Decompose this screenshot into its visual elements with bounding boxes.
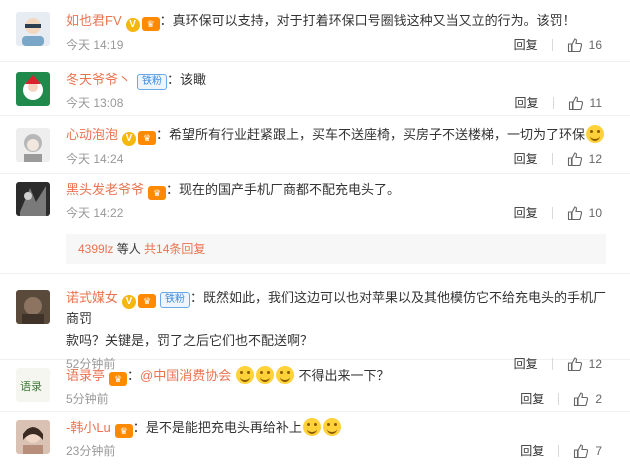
like-count: 10 <box>588 206 602 220</box>
avatar[interactable] <box>16 72 50 106</box>
comment-item: 如也君FV V ♛ ：真环保可以支持，对于打着环保口号圈钱这种又当又立的行为。该罚！ … <box>0 0 630 62</box>
comment-text: 现在的国产手机厂商都不配充电头了。 <box>179 182 401 197</box>
thumbs-up-icon <box>568 96 583 111</box>
thumbs-up-icon <box>567 152 582 167</box>
vip-icon: ♛ <box>138 294 157 308</box>
smile-emoji-icon <box>302 418 321 436</box>
username[interactable]: 诺式媒女 <box>66 290 118 305</box>
sub-reply-user[interactable]: 4399lz <box>78 242 113 256</box>
reply-button[interactable]: 回复 <box>514 200 538 226</box>
avatar-image <box>16 290 50 324</box>
timestamp: 今天 14:22 <box>66 206 124 220</box>
verified-icon: V <box>122 132 137 146</box>
username[interactable]: 冬天爷爷丶 <box>66 72 131 87</box>
avatar[interactable] <box>16 182 50 216</box>
like-button[interactable]: 2 <box>573 386 602 412</box>
comment-text: 希望所有行业赶紧跟上，买车不送座椅，买房子不送楼梯，一切为了环保 <box>169 127 586 142</box>
smile-emoji-icon <box>586 125 605 143</box>
timestamp: 今天 13:08 <box>66 96 124 110</box>
like-button[interactable]: 12 <box>567 146 602 172</box>
reply-button[interactable]: 回复 <box>514 146 538 172</box>
smile-emoji-icon <box>275 366 294 384</box>
comment-item: 心动泡泡 V ♛ ：希望所有行业赶紧跟上，买车不送座椅，买房子不送楼梯，一切为了环保 … <box>0 116 630 174</box>
avatar-image: 语录 <box>16 368 50 402</box>
like-button[interactable]: 16 <box>567 32 602 58</box>
like-count: 12 <box>588 152 602 166</box>
timestamp: 5分钟前 <box>66 392 109 406</box>
like-count: 16 <box>588 38 602 52</box>
comment-text-continued: 款吗？关键是，罚了之后它们也不配送啊？ <box>66 333 314 348</box>
like-button[interactable]: 10 <box>567 200 602 226</box>
vip-icon: ♛ <box>141 17 160 31</box>
comment-text: 该瞰 <box>180 72 207 87</box>
like-button[interactable]: 7 <box>573 438 602 464</box>
comment-item: -韩小Lu ♛ ：是不是能把充电头再给补上 23分钟前 回复 7 <box>0 412 630 464</box>
smile-emoji-icon <box>322 418 341 436</box>
avatar-image <box>16 72 50 106</box>
smile-emoji-icon <box>255 366 274 384</box>
view-all-replies-link[interactable]: 共14条回复 <box>144 242 205 256</box>
avatar[interactable]: 语录 <box>16 368 50 402</box>
comment-text: 是不是能把充电头再给补上 <box>145 420 302 435</box>
reply-button[interactable]: 回复 <box>515 90 539 116</box>
comment-text: 真环保可以支持，对于打着环保口号圈钱这种又当又立的行为。该罚！ <box>172 13 576 28</box>
comment-text: 不得出来一下？ <box>294 368 390 383</box>
verified-icon: V <box>125 18 140 32</box>
avatar[interactable] <box>16 290 50 324</box>
avatar-image <box>16 12 50 46</box>
comment-item: 语录 语录亭 ♛ ：@中国消费协会 不得出来一下？ 5分钟前 回复 2 <box>0 360 630 412</box>
username[interactable]: 心动泡泡 <box>66 127 118 142</box>
like-count: 7 <box>595 444 602 458</box>
avatar[interactable] <box>16 420 50 454</box>
like-count: 2 <box>595 392 602 406</box>
sub-replies: 4399lz 等人 共14条回复 <box>66 234 606 264</box>
reply-button[interactable]: 回复 <box>520 386 544 412</box>
username[interactable]: -韩小Lu <box>66 420 111 435</box>
thumbs-up-icon <box>574 444 589 459</box>
divider <box>551 207 553 219</box>
verified-icon: V <box>122 295 137 309</box>
thumbs-up-icon <box>567 206 582 221</box>
thumbs-up-icon <box>574 392 589 407</box>
divider <box>551 39 553 51</box>
thumbs-up-icon <box>567 38 582 53</box>
vip-icon: ♛ <box>138 131 157 145</box>
vip-icon: ♛ <box>148 186 167 200</box>
username[interactable]: 黑头发老爷爷 <box>66 182 144 197</box>
reply-button[interactable]: 回复 <box>520 438 544 464</box>
username[interactable]: 如也君FV <box>66 13 122 28</box>
fan-badge: 铁粉 <box>137 74 168 90</box>
divider <box>558 445 560 457</box>
comment-item: 黑头发老爷爷 ♛ ：现在的国产手机厂商都不配充电头了。 今天 14:22 回复 10… <box>0 174 630 274</box>
reply-button[interactable]: 回复 <box>514 32 538 58</box>
vip-icon: ♛ <box>114 424 133 438</box>
like-button[interactable]: 11 <box>568 90 602 116</box>
timestamp: 今天 14:24 <box>66 152 124 166</box>
timestamp: 23分钟前 <box>66 444 116 458</box>
svg-text:语录: 语录 <box>20 380 42 393</box>
sub-reply-mid: 等人 <box>113 242 145 256</box>
smile-emoji-icon <box>235 366 254 384</box>
avatar-image <box>16 182 50 216</box>
like-count: 11 <box>589 96 602 110</box>
username[interactable]: 语录亭 <box>66 368 105 383</box>
comment-list: 如也君FV V ♛ ：真环保可以支持，对于打着环保口号圈钱这种又当又立的行为。该罚！ … <box>0 0 630 464</box>
avatar-image <box>16 420 50 454</box>
comment-item: 冬天爷爷丶 铁粉 ：该瞰 今天 13:08 回复 11 <box>0 62 630 116</box>
divider <box>551 153 553 165</box>
mention-link[interactable]: @中国消费协会 <box>140 368 231 383</box>
avatar[interactable] <box>16 128 50 162</box>
comment-item: 诺式媒女 V ♛ 铁粉 ：既然如此，我们这边可以也对苹果以及其他模仿它不给充电头的手机厂… <box>0 274 630 372</box>
fan-badge: 铁粉 <box>160 292 191 308</box>
divider <box>558 393 560 405</box>
vip-icon: ♛ <box>109 372 128 386</box>
avatar[interactable] <box>16 12 50 46</box>
divider <box>552 97 554 109</box>
avatar-image <box>16 128 50 162</box>
timestamp: 今天 14:19 <box>66 38 124 52</box>
